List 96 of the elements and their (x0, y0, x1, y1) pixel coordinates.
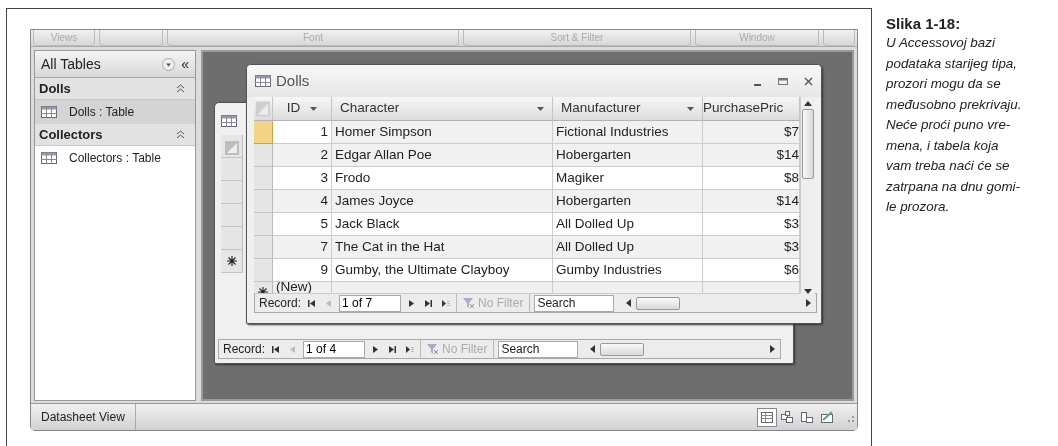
new-record-icon (441, 298, 451, 308)
table-cell: Magiker (553, 167, 703, 190)
funnel-icon (427, 343, 440, 355)
figure-caption: U Accessovoj bazi podataka starijeg tipa, prozori mogu da se međusobno prekrivaju. Neće proći puno vre- mena, i tabela koja vam treba naći će se zatrpana na dnu gomi- le prozora. (886, 34, 1022, 216)
table-cell: 3 (273, 167, 332, 190)
table-cell: Gumby, the Ultimate Clayboy (332, 259, 553, 282)
ribbon-group (99, 30, 163, 46)
table-cell: 9 (273, 259, 332, 282)
record-position-field[interactable]: 1 of 4 (303, 340, 366, 358)
table-cell: 2 (273, 144, 332, 167)
table-cell: Fictional Industries (553, 121, 703, 144)
item-label: Collectors : Table (69, 150, 161, 167)
table-icon (221, 114, 237, 127)
last-record-icon (424, 298, 434, 308)
table-cell: $8 (703, 167, 800, 190)
previous-record-icon (324, 298, 334, 308)
record-position-field[interactable]: 1 of 7 (339, 294, 402, 312)
table-cell: All Dolled Up (553, 213, 703, 236)
pivot-chart-icon (800, 410, 814, 424)
view-button[interactable] (757, 407, 777, 427)
search-field[interactable]: Search (534, 294, 615, 312)
scroll-up-icon (804, 101, 812, 106)
first-record-icon (271, 344, 281, 354)
table-cell: $14 (703, 190, 800, 213)
scroll-thumb[interactable] (802, 109, 814, 179)
navigation-item[interactable]: Collectors : Table (35, 146, 195, 170)
table-cell: $3 (703, 213, 800, 236)
dropdown-arrow-icon (310, 106, 318, 111)
status-text: Datasheet View (31, 404, 136, 430)
column-header[interactable]: ID (273, 97, 332, 121)
scroll-right-icon (770, 345, 776, 353)
table-cell: $6 (703, 259, 800, 282)
pane-title[interactable]: All Tables (41, 53, 157, 75)
close-icon[interactable] (804, 76, 813, 86)
ribbon-group-label: Sort & Filter (463, 30, 691, 46)
next-record-icon (371, 344, 381, 354)
table-cell: $14 (703, 144, 800, 167)
table-cell: Homer Simpson (332, 121, 553, 144)
table-cell: $3 (703, 236, 800, 259)
item-label: Dolls : Table (69, 104, 135, 121)
design-view-icon (820, 410, 834, 424)
search-field[interactable]: Search (498, 340, 579, 358)
new-record-icon (405, 344, 415, 354)
ribbon-group (823, 30, 855, 46)
table-cell: Hobergarten (553, 190, 703, 213)
record-label: Record: (259, 295, 302, 312)
column-header[interactable]: Character (332, 97, 553, 121)
scroll-thumb[interactable] (636, 296, 681, 310)
new-row-label: (New) (276, 282, 312, 293)
new-record-icon (226, 256, 237, 266)
table-cell: The Cat in the Hat (332, 236, 553, 259)
column-header[interactable]: Manufacturer (553, 97, 703, 121)
window-title: Dolls (276, 70, 311, 91)
table-cell: $7 (703, 121, 800, 144)
scroll-left-icon (626, 299, 633, 307)
table-icon (41, 152, 57, 164)
collapse-icon (176, 130, 185, 139)
group-header[interactable]: Dolls (39, 78, 71, 99)
scroll-thumb[interactable] (600, 342, 645, 356)
collapse-icon (176, 84, 185, 93)
navigation-item[interactable]: Dolls : Table (35, 100, 195, 124)
vertical-scrollbar[interactable] (800, 97, 815, 294)
ribbon-group-label: Window (695, 30, 819, 46)
previous-record-icon (288, 344, 298, 354)
collapse-pane-button[interactable]: « (181, 53, 189, 75)
table-icon (255, 75, 271, 87)
table-cell: Jack Black (332, 213, 553, 236)
dropdown-icon[interactable] (162, 57, 176, 71)
table-cell: Hobergarten (553, 144, 703, 167)
figure-label: Slika 1-18: (886, 15, 962, 33)
last-record-icon (388, 344, 398, 354)
next-record-icon (407, 298, 417, 308)
column-header[interactable]: PurchasePric (703, 97, 800, 121)
table-cell: 5 (273, 213, 332, 236)
table-cell: 4 (273, 190, 332, 213)
row-selector[interactable] (221, 250, 243, 273)
scroll-right-icon (806, 299, 812, 307)
first-record-icon (307, 298, 317, 308)
table-cell: Frodo (332, 167, 553, 190)
ribbon-group-label: Font (167, 30, 459, 46)
scroll-left-icon (590, 345, 597, 353)
pivot-table-icon (780, 410, 794, 424)
table-cell: Edgar Allan Poe (332, 144, 553, 167)
table-cell: Gumby Industries (553, 259, 703, 282)
table-icon (41, 106, 57, 118)
record-label: Record: (223, 341, 266, 358)
table-cell: James Joyce (332, 190, 553, 213)
funnel-icon (463, 297, 476, 309)
maximize-icon[interactable] (778, 76, 788, 86)
dropdown-arrow-icon (687, 106, 694, 111)
dropdown-arrow-icon (537, 106, 544, 111)
ribbon-group-label: Views (33, 30, 95, 46)
table-cell: All Dolled Up (553, 236, 703, 259)
table-cell: 1 (273, 121, 332, 144)
datasheet-view-icon (760, 410, 774, 424)
table-cell: 7 (273, 236, 332, 259)
